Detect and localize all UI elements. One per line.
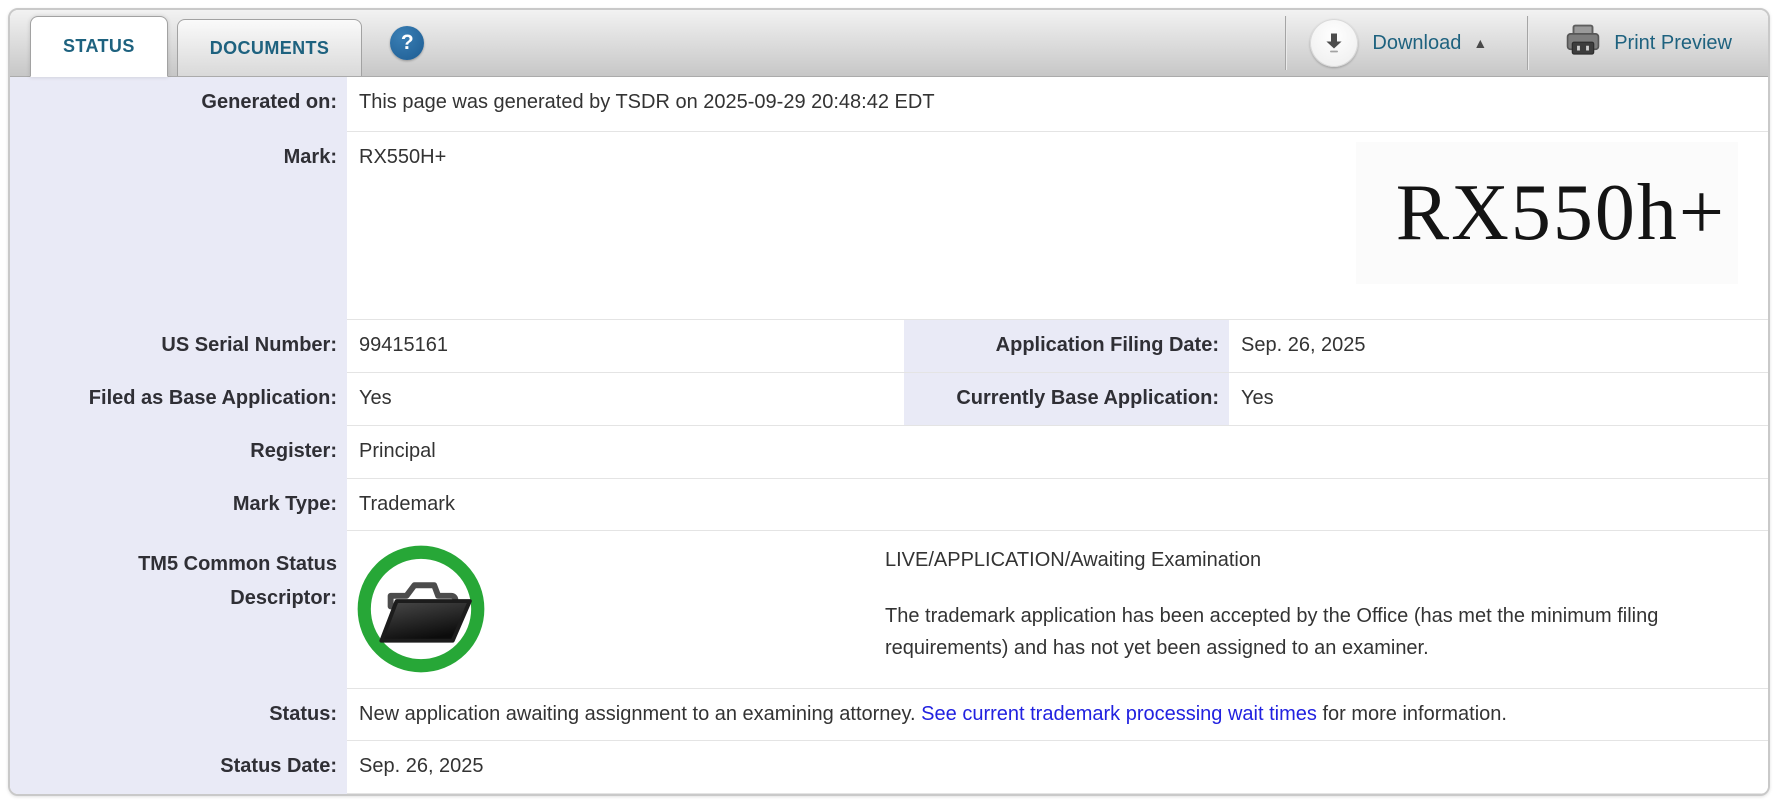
application-filing-date-label: Application Filing Date: xyxy=(904,320,1229,373)
toolbar-divider xyxy=(1285,16,1287,70)
generated-on-label: Generated on: xyxy=(10,77,347,132)
tm5-value-cell: LIVE/APPLICATION/Awaiting Examination Th… xyxy=(347,531,1768,689)
us-serial-number-value: 99415161 xyxy=(347,320,904,373)
print-preview-label: Print Preview xyxy=(1614,31,1732,54)
toolbar-divider xyxy=(1527,16,1529,70)
row-register: Register: Principal xyxy=(10,426,1768,479)
status-text-before: New application awaiting assignment to a… xyxy=(359,703,922,725)
mark-type-label: Mark Type: xyxy=(10,479,347,531)
tm5-description: The trademark application has been accep… xyxy=(885,605,1659,659)
row-serial-filing: US Serial Number: 99415161 Application F… xyxy=(10,320,1768,373)
mark-type-value: Trademark xyxy=(347,479,1768,531)
mark-label: Mark: xyxy=(10,132,347,320)
tm5-status-line: LIVE/APPLICATION/Awaiting Examination xyxy=(885,549,1262,571)
mark-value: RX550H+ xyxy=(359,146,447,168)
tab-status-label: STATUS xyxy=(63,36,135,56)
status-value: New application awaiting assignment to a… xyxy=(347,689,1768,741)
filed-as-base-label: Filed as Base Application: xyxy=(10,373,347,426)
row-tm5-descriptor: TM5 Common Status Descriptor: LIVE/APPLI… xyxy=(10,531,1768,689)
tab-bar: STATUS DOCUMENTS ? Download ▲ Print Prev… xyxy=(10,10,1768,77)
status-label: Status: xyxy=(10,689,347,741)
tm5-label-line1: TM5 Common Status xyxy=(138,553,337,575)
tsdr-status-page: STATUS DOCUMENTS ? Download ▲ Print Prev… xyxy=(0,0,1780,800)
tab-documents[interactable]: DOCUMENTS xyxy=(176,19,363,76)
download-arrow-icon xyxy=(1310,19,1359,67)
register-label: Register: xyxy=(10,426,347,479)
help-icon[interactable]: ? xyxy=(390,26,425,60)
tm5-text-block: LIVE/APPLICATION/Awaiting Examination Th… xyxy=(885,531,1715,664)
status-text-after: for more information. xyxy=(1316,703,1507,725)
collapse-triangle-icon: ▲ xyxy=(1473,35,1488,51)
row-base-application: Filed as Base Application: Yes Currently… xyxy=(10,373,1768,426)
download-button[interactable]: Download ▲ xyxy=(1310,19,1487,67)
row-generated-on: Generated on: This page was generated by… xyxy=(10,77,1768,132)
register-value: Principal xyxy=(347,426,1768,479)
mark-image: RX550h+ xyxy=(1356,142,1738,284)
open-folder-live-icon xyxy=(355,543,487,675)
printer-icon xyxy=(1564,23,1614,64)
currently-base-value: Yes xyxy=(1229,373,1768,426)
generated-on-value: This page was generated by TSDR on 2025-… xyxy=(347,77,1768,132)
tm5-label: TM5 Common Status Descriptor: xyxy=(10,531,347,689)
mark-image-text: RX550h+ xyxy=(1395,169,1726,257)
tab-status[interactable]: STATUS xyxy=(30,16,168,77)
toolbar-right: Download ▲ Print Preview xyxy=(1285,10,1768,76)
currently-base-label: Currently Base Application: xyxy=(904,373,1229,426)
application-filing-date-value: Sep. 26, 2025 xyxy=(1229,320,1768,373)
tab-documents-label: DOCUMENTS xyxy=(209,37,330,58)
row-status-date: Status Date: Sep. 26, 2025 xyxy=(10,741,1768,794)
row-mark: Mark: RX550H+ RX550h+ xyxy=(10,132,1768,320)
mark-value-cell: RX550H+ RX550h+ xyxy=(347,132,1768,320)
us-serial-number-label: US Serial Number: xyxy=(10,320,347,373)
row-mark-type: Mark Type: Trademark xyxy=(10,479,1768,531)
tm5-label-line2: Descriptor: xyxy=(230,587,337,609)
download-label: Download xyxy=(1372,31,1462,54)
wait-times-link[interactable]: See current trademark processing wait ti… xyxy=(921,703,1317,725)
status-date-label: Status Date: xyxy=(10,741,347,794)
tsdr-panel: STATUS DOCUMENTS ? Download ▲ Print Prev… xyxy=(8,8,1770,796)
row-status: Status: New application awaiting assignm… xyxy=(10,689,1768,741)
filed-as-base-value: Yes xyxy=(347,373,904,426)
print-preview-button[interactable]: Print Preview xyxy=(1564,23,1732,64)
status-date-value: Sep. 26, 2025 xyxy=(347,741,1768,794)
